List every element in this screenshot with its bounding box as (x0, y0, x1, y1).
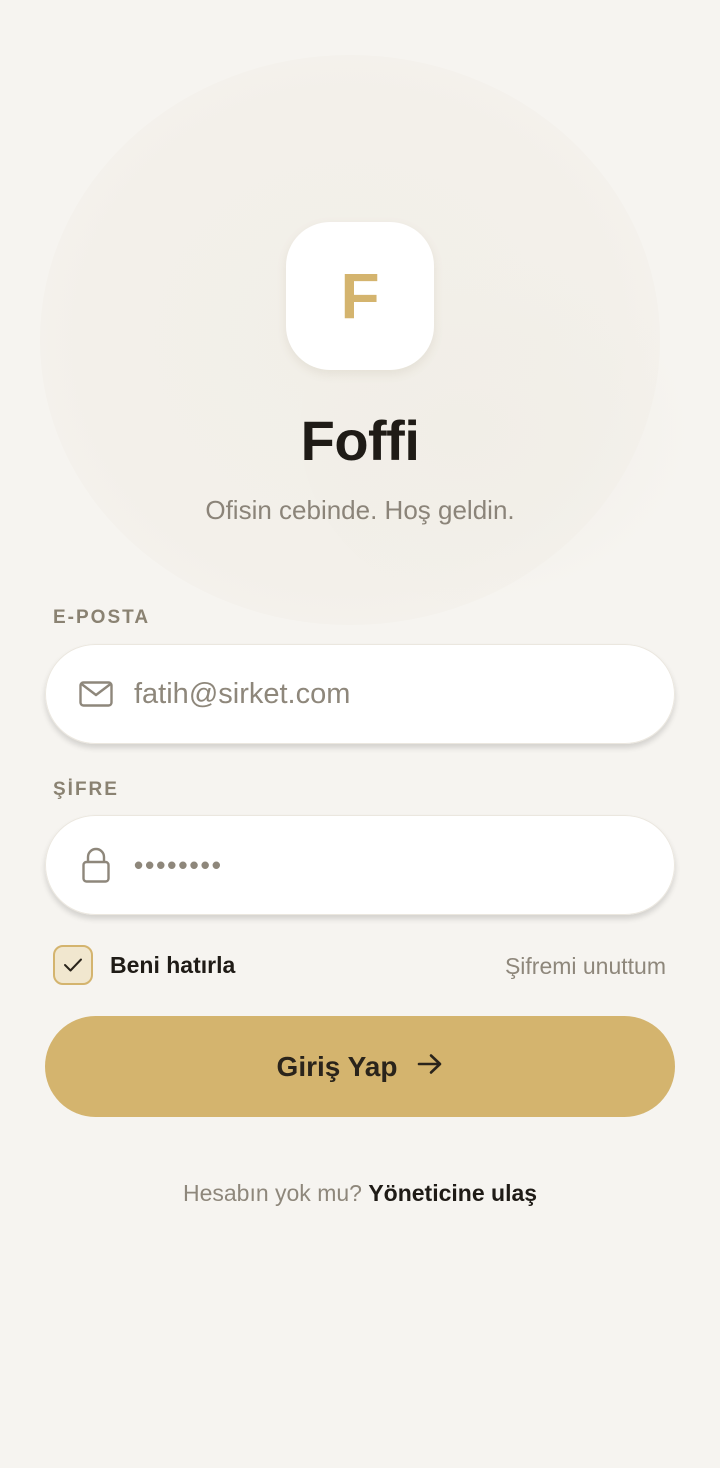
mail-icon (78, 676, 114, 712)
forgot-password-link[interactable]: Şifremi unuttum (505, 953, 666, 980)
login-button-label: Giriş Yap (276, 1050, 398, 1082)
remember-me-label: Beni hatırla (110, 951, 236, 978)
signup-prompt: Hesabın yok mu? (182, 1180, 369, 1206)
lock-icon (78, 847, 114, 883)
password-field[interactable]: •••••••• (45, 815, 675, 915)
app-title: Foffi (300, 409, 420, 472)
arrow-right-icon (417, 1053, 443, 1080)
password-label: ŞİFRE (53, 779, 119, 800)
remember-me-checkbox[interactable] (53, 945, 93, 985)
contact-admin-link[interactable]: Yöneticine ulaş (368, 1180, 537, 1206)
email-label: E-POSTA (53, 607, 151, 628)
email-field[interactable]: fatih@sirket.com (45, 644, 675, 744)
remember-me-toggle[interactable]: Beni hatırla (53, 945, 235, 985)
app-tagline: Ofisin cebinde. Hoş geldin. (205, 495, 515, 525)
login-button[interactable]: Giriş Yap (45, 1016, 675, 1117)
login-screen: F Foffi Ofisin cebinde. Hoş geldin. E-PO… (0, 0, 720, 1468)
app-logo: F (286, 222, 434, 370)
signup-footer: Hesabın yok mu? Yöneticine ulaş (0, 1180, 720, 1207)
email-value: fatih@sirket.com (134, 677, 351, 710)
app-logo-letter: F (340, 260, 380, 332)
password-value: •••••••• (134, 849, 223, 880)
checkmark-icon (64, 958, 82, 972)
